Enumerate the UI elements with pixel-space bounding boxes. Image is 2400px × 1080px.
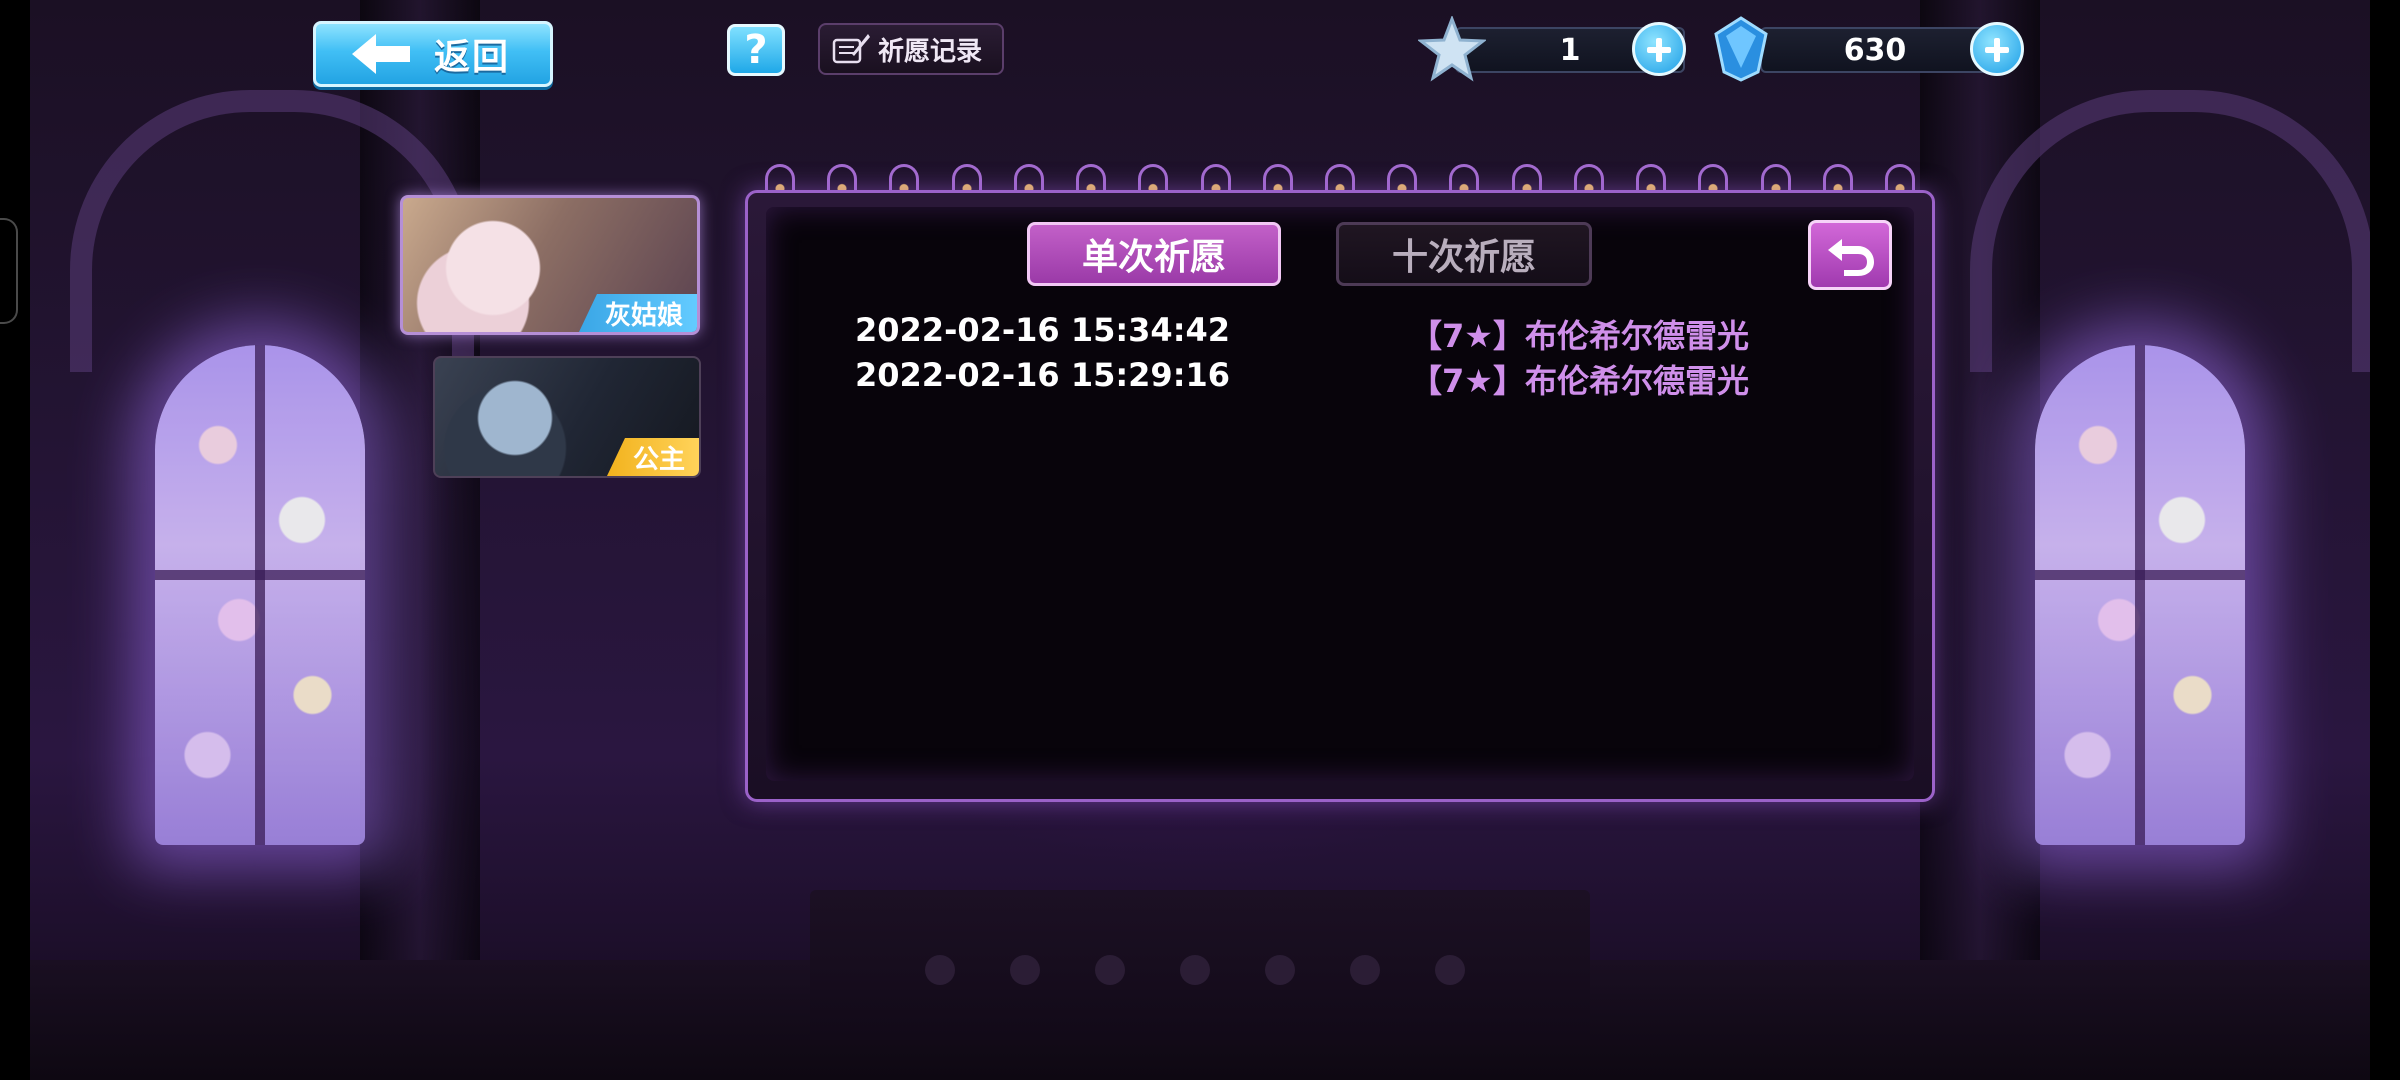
panel-ornament-trim (765, 160, 1915, 194)
altar-ornament (925, 955, 955, 985)
crystal-value: 630 (1843, 32, 1907, 68)
character-name-tag: 灰姑娘 (578, 294, 697, 332)
add-crystal-button[interactable] (1970, 22, 2024, 76)
arrow-left-icon (352, 34, 410, 74)
record-item: 【7★】布伦希尔德雷光 (1410, 362, 1749, 400)
altar-ornament (1350, 955, 1380, 985)
character-card-princess[interactable]: 公主 (433, 356, 701, 478)
character-card-cinderella[interactable]: 灰姑娘 (400, 195, 700, 335)
star-ticket-value: 1 (1559, 32, 1581, 68)
altar-ornament (1435, 955, 1465, 985)
return-button[interactable] (1808, 220, 1892, 290)
record-item: 【7★】布伦希尔德雷光 (1410, 317, 1749, 355)
side-handle (0, 218, 18, 324)
record-row: 2022-02-16 15:34:42 【7★】布伦希尔德雷光 (855, 311, 1755, 355)
tab-ten-wish[interactable]: 十次祈愿 (1336, 222, 1592, 286)
wish-record-button[interactable]: 祈愿记录 (818, 23, 1004, 75)
star-ticket-icon (1418, 16, 1486, 82)
altar-ornament (1095, 955, 1125, 985)
stained-glass-window-right (2035, 345, 2245, 845)
add-star-ticket-button[interactable] (1632, 22, 1686, 76)
record-time: 2022-02-16 15:29:16 (855, 356, 1231, 394)
stained-glass-window-left (155, 345, 365, 845)
altar-ornament (1010, 955, 1040, 985)
quill-scroll-icon (832, 34, 870, 64)
back-button[interactable]: 返回 (313, 21, 553, 87)
screen-edge-left (0, 0, 30, 1080)
blue-crystal-icon (1714, 16, 1768, 82)
tab-single-wish[interactable]: 单次祈愿 (1027, 222, 1281, 286)
altar-ornament (1180, 955, 1210, 985)
altar-ornament (1265, 955, 1295, 985)
screen-edge-right (2370, 0, 2400, 1080)
wish-record-label: 祈愿记录 (878, 36, 983, 67)
help-button[interactable]: ? (727, 24, 785, 76)
record-list-area (766, 207, 1914, 781)
character-name-tag: 公主 (606, 438, 699, 476)
return-arrow-icon (1828, 239, 1874, 276)
record-row: 2022-02-16 15:29:16 【7★】布伦希尔德雷光 (855, 356, 1755, 400)
record-time: 2022-02-16 15:34:42 (855, 311, 1231, 349)
back-label: 返回 (434, 37, 511, 78)
crystal-counter: 630 (1760, 27, 1990, 73)
